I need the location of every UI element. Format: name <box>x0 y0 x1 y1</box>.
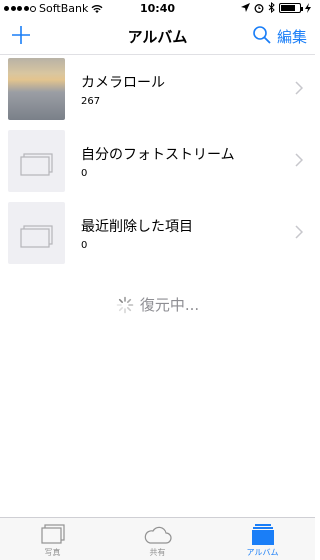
album-count: 267 <box>81 96 101 107</box>
album-placeholder-icon <box>8 202 65 264</box>
tab-label: 共有 <box>149 548 166 557</box>
tab-photos[interactable]: 写真 <box>0 518 105 560</box>
chevron-right-icon <box>295 225 303 239</box>
album-row-camera-roll[interactable]: カメラロール 267 <box>0 55 315 127</box>
battery-fill <box>281 4 295 11</box>
status-bar: SoftBank 10:40 <box>0 0 315 18</box>
album-list: カメラロール 267 自分のフォトストリーム 0 最近削除した項目 0 <box>0 55 315 271</box>
album-row-my-photo-stream[interactable]: 自分のフォトストリーム 0 <box>0 127 315 199</box>
restore-indicator: 復元中... <box>0 294 315 315</box>
charging-bolt-icon <box>305 2 311 13</box>
chevron-right-icon <box>295 153 303 167</box>
tab-shared[interactable]: 共有 <box>105 518 210 560</box>
location-arrow-icon <box>241 3 250 12</box>
bluetooth-icon <box>268 2 275 13</box>
album-count: 0 <box>81 168 88 179</box>
battery-icon <box>279 2 303 13</box>
albums-icon <box>251 524 274 545</box>
album-title: 自分のフォトストリーム <box>81 147 235 163</box>
tab-albums[interactable]: アルバム <box>210 518 315 560</box>
restore-label: 復元中... <box>139 296 200 314</box>
photos-icon <box>40 524 65 544</box>
edit-button[interactable]: 編集 <box>277 26 307 47</box>
tab-label: アルバム <box>246 548 279 557</box>
tab-label: 写真 <box>44 548 61 557</box>
album-title: 最近削除した項目 <box>81 219 193 235</box>
alarm-clock-icon <box>254 3 264 13</box>
album-placeholder-icon <box>8 130 65 192</box>
album-count: 0 <box>81 240 88 251</box>
status-right <box>241 2 311 13</box>
chevron-right-icon <box>295 81 303 95</box>
search-button[interactable] <box>251 24 273 46</box>
album-thumbnail <box>8 58 65 120</box>
tab-bar: 写真 共有 アルバム <box>0 517 315 560</box>
cloud-icon <box>144 526 172 544</box>
loading-spinner-icon <box>116 296 134 313</box>
navigation-bar: アルバム 編集 <box>0 18 315 55</box>
album-title: カメラロール <box>81 75 165 91</box>
album-row-recently-deleted[interactable]: 最近削除した項目 0 <box>0 199 315 271</box>
